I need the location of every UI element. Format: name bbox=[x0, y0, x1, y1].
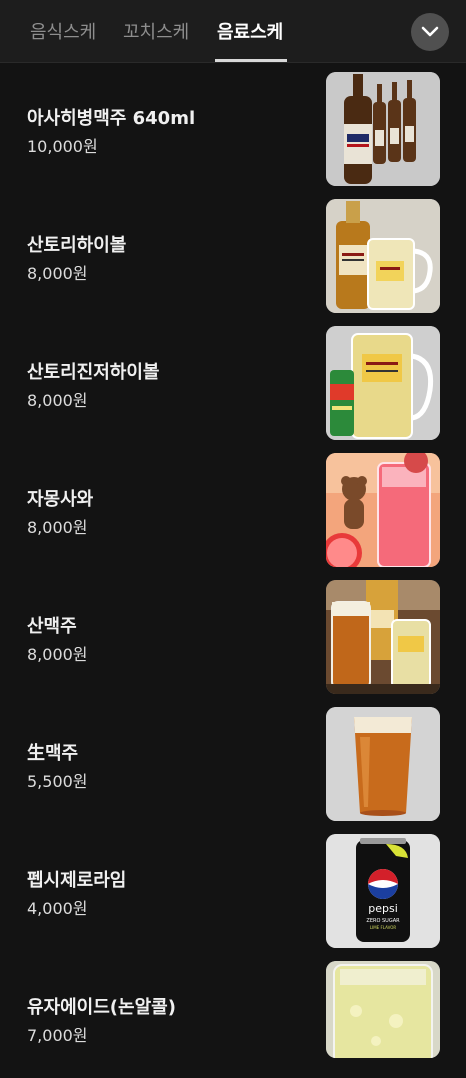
menu-item-draft-beer[interactable]: 生맥주 5,500원 bbox=[0, 697, 466, 824]
item-price: 7,000원 bbox=[27, 1026, 88, 1045]
item-price: 5,500원 bbox=[27, 772, 88, 791]
menu-item-asahi-bottle-beer[interactable]: 아사히병맥주 640ml 10,000원 bbox=[0, 62, 466, 189]
item-price: 8,000원 bbox=[27, 391, 88, 410]
item-image-beer-and-highball bbox=[326, 580, 440, 694]
item-name: 유자에이드(논알콜) bbox=[27, 997, 176, 1018]
item-name: 산토리진저하이볼 bbox=[27, 362, 160, 383]
can-zero-sugar-text: ZERO SUGAR bbox=[366, 918, 400, 924]
item-image-asahi-bottles bbox=[326, 72, 440, 186]
item-name: 아사히병맥주 640ml bbox=[27, 108, 196, 129]
menu-item-suntory-ginger-highball[interactable]: 산토리진저하이볼 8,000원 bbox=[0, 316, 466, 443]
item-price: 8,000원 bbox=[27, 645, 88, 664]
chevron-down-icon bbox=[421, 26, 439, 37]
item-image-grapefruit-sour bbox=[326, 453, 440, 567]
menu-item-mountain-beer[interactable]: 산맥주 8,000원 bbox=[0, 570, 466, 697]
item-image-pepsi-can: pepsi ZERO SUGAR LIME FLAVOR bbox=[326, 834, 440, 948]
menu-item-grapefruit-sour[interactable]: 자몽사와 8,000원 bbox=[0, 443, 466, 570]
can-lime-flavor-text: LIME FLAVOR bbox=[370, 925, 397, 930]
item-name: 산토리하이볼 bbox=[27, 235, 127, 256]
tab-skewers[interactable]: 꼬치스케 bbox=[123, 18, 189, 44]
category-tab-bar: 음식스케 꼬치스케 음료스케 bbox=[0, 0, 466, 63]
item-name: 펩시제로라임 bbox=[27, 870, 127, 891]
item-price: 8,000원 bbox=[27, 518, 88, 537]
item-price: 10,000원 bbox=[27, 137, 98, 156]
item-image-yuzu-ade bbox=[326, 961, 440, 1058]
item-image-whisky-highball bbox=[326, 199, 440, 313]
item-image-draft-beer bbox=[326, 707, 440, 821]
tab-drinks[interactable]: 음료스케 bbox=[217, 18, 283, 44]
menu-item-pepsi-zero-lime[interactable]: 펩시제로라임 4,000원 pepsi ZERO SUGAR LIME FLAV… bbox=[0, 824, 466, 951]
item-name: 산맥주 bbox=[27, 616, 77, 637]
menu-item-yuzu-ade[interactable]: 유자에이드(논알콜) 7,000원 bbox=[0, 951, 466, 1078]
item-name: 자몽사와 bbox=[27, 489, 94, 510]
item-price: 8,000원 bbox=[27, 264, 88, 283]
item-image-ginger-highball bbox=[326, 326, 440, 440]
item-name: 生맥주 bbox=[27, 743, 79, 764]
item-price: 4,000원 bbox=[27, 899, 88, 918]
expand-categories-button[interactable] bbox=[411, 13, 449, 51]
menu-item-suntory-highball[interactable]: 산토리하이볼 8,000원 bbox=[0, 189, 466, 316]
can-brand-text: pepsi bbox=[368, 902, 398, 915]
tab-food[interactable]: 음식스케 bbox=[30, 18, 96, 44]
